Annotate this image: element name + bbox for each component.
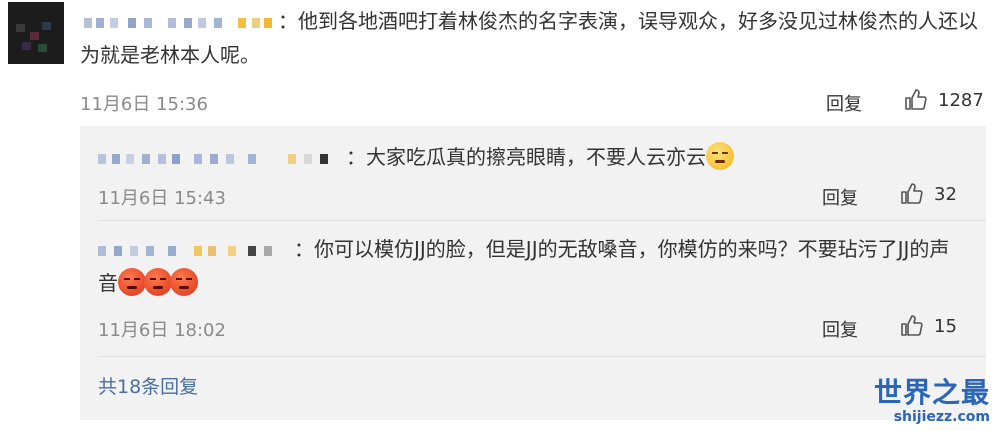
commenter-avatar[interactable] (8, 2, 64, 64)
main-like-button[interactable]: 1287 (904, 88, 984, 112)
reply-divider (98, 356, 986, 357)
reply-date: 11月6日 18:02 (98, 320, 226, 341)
reply-text: ：大家吃瓜真的擦亮眼睛，不要人云亦云 (346, 145, 706, 169)
angry-face-icon (118, 268, 146, 296)
reply-author-blurred[interactable] (98, 241, 294, 261)
reply-item: ：你可以模仿JJ的脸，但是JJ的无敌嗓音，你模仿的来吗？不要玷污了JJ的声音 (98, 232, 964, 300)
reply-like-button[interactable]: 32 (900, 182, 957, 206)
reply-like-count: 32 (934, 183, 957, 205)
replies-panel: ：大家吃瓜真的擦亮眼睛，不要人云亦云 11月6日 15:43 回复 32 ：你可… (80, 126, 986, 420)
thumbs-up-icon (901, 183, 923, 204)
thumbs-up-icon (901, 315, 923, 336)
watermark-url: shijiezz.com (893, 409, 990, 425)
watermark-brand: 世界之最 (873, 376, 990, 409)
reply-button[interactable]: 回复 (822, 184, 858, 210)
reply-item: ：大家吃瓜真的擦亮眼睛，不要人云亦云 (98, 140, 968, 174)
view-all-replies-link[interactable]: 共18条回复 (98, 372, 198, 399)
reply-button[interactable]: 回复 (822, 316, 858, 342)
reply-date: 11月6日 15:43 (98, 188, 226, 209)
commenter-name-blurred[interactable] (80, 13, 278, 33)
angry-face-icon (144, 268, 172, 296)
main-comment-date: 11月6日 15:36 (80, 94, 208, 115)
thumbs-up-icon (905, 89, 927, 110)
reply-divider (98, 220, 986, 221)
main-like-count: 1287 (938, 89, 984, 111)
angry-face-icon (170, 268, 198, 296)
reply-author-blurred[interactable] (98, 149, 346, 169)
reply-like-button[interactable]: 15 (900, 314, 957, 338)
reply-like-count: 15 (934, 315, 957, 337)
main-reply-button[interactable]: 回复 (826, 90, 862, 116)
site-watermark: 世界之最 shijiezz.com (873, 376, 990, 426)
tired-face-icon (706, 142, 734, 170)
